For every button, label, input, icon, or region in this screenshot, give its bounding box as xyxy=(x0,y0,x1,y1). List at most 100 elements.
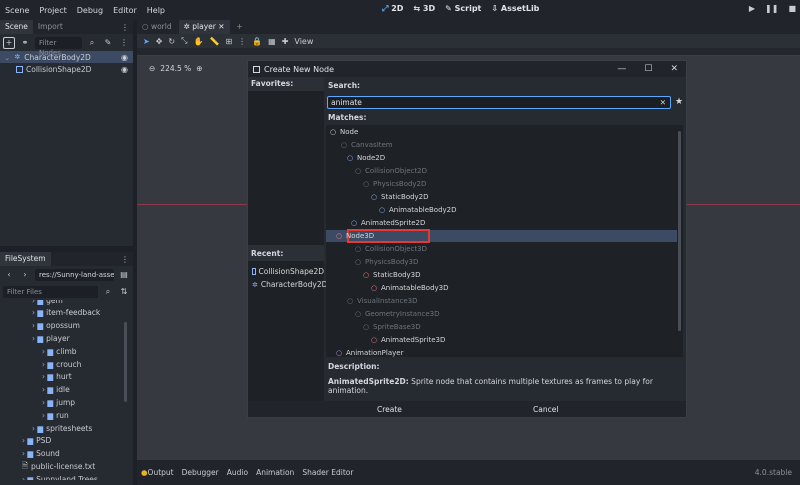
tab-debugger[interactable]: Debugger xyxy=(182,468,219,477)
tab-scene[interactable]: Scene xyxy=(0,20,33,34)
path-field[interactable]: res://Sunny-land-assets-file xyxy=(35,268,114,281)
match-item[interactable]: ○ GeometryInstance3D xyxy=(354,308,440,320)
tree-item-collisionshape2d[interactable]: CollisionShape2D ◉ xyxy=(0,63,133,75)
bone-icon[interactable]: ✚ xyxy=(282,37,289,46)
tab-player[interactable]: ✲ player ✕ xyxy=(178,20,230,34)
tab-output[interactable]: ●Output xyxy=(141,468,174,477)
recent-item-collisionshape2d[interactable]: CollisionShape2D xyxy=(248,265,324,278)
lock-icon[interactable]: 🔒 xyxy=(252,37,262,46)
fs-item[interactable]: › ▆ item-feedback xyxy=(28,307,100,319)
fs-item[interactable]: › ▆ idle xyxy=(38,384,70,396)
match-item[interactable]: ○ Node xyxy=(329,126,358,138)
rotate-tool-icon[interactable]: ↻ xyxy=(168,37,175,46)
match-item[interactable]: ○ VisualInstance3D xyxy=(346,295,418,307)
mode-assetlib-button[interactable]: ⇩ AssetLib xyxy=(491,4,539,14)
recent-item-characterbody2d[interactable]: ✲ CharacterBody2D xyxy=(248,278,327,291)
add-tab-icon[interactable]: + xyxy=(232,20,248,34)
match-item[interactable]: ○ AnimatableBody3D xyxy=(370,282,449,294)
search-input[interactable]: animate ✕ xyxy=(327,96,671,109)
tab-audio[interactable]: Audio xyxy=(227,468,248,477)
menu-help[interactable]: Help xyxy=(142,6,170,15)
menu-debug[interactable]: Debug xyxy=(72,6,108,15)
fs-item[interactable]: › ▆ jump xyxy=(38,396,75,408)
favorite-star-icon[interactable]: ★ xyxy=(675,97,683,107)
match-item[interactable]: ○ CanvasItem xyxy=(340,139,393,151)
matches-scrollbar[interactable] xyxy=(678,131,681,331)
scale-tool-icon[interactable]: ⤡ xyxy=(181,36,187,46)
match-item[interactable]: ○ StaticBody2D xyxy=(370,191,429,203)
zoom-in-icon[interactable]: ⊕ xyxy=(196,64,202,73)
tab-import[interactable]: Import xyxy=(33,20,68,34)
match-item[interactable]: ○ SpriteBase3D xyxy=(362,321,421,333)
match-item[interactable]: ○ PhysicsBody3D xyxy=(354,256,418,268)
move-tool-icon[interactable]: ✥ xyxy=(156,37,163,46)
match-item[interactable]: ○ Node2D xyxy=(346,152,385,164)
match-item[interactable]: ○ StaticBody3D xyxy=(362,269,421,281)
fs-item[interactable]: › ▆ opossum xyxy=(28,320,80,332)
back-icon[interactable]: ‹ xyxy=(3,269,15,281)
fs-item[interactable]: › ▆ gem xyxy=(28,300,63,306)
script-icon[interactable]: ✎ xyxy=(102,37,114,49)
filter-files-input[interactable]: Filter Files xyxy=(3,285,98,298)
filter-nodes-input[interactable]: Filter Nodes xyxy=(35,36,82,57)
tab-animation[interactable]: Animation xyxy=(256,468,294,477)
view-menu[interactable]: View xyxy=(294,37,313,46)
filesystem-scrollbar[interactable] xyxy=(124,322,127,402)
ruler-tool-icon[interactable]: 📏 xyxy=(209,37,219,46)
grid-icon[interactable]: ⋮ xyxy=(238,37,246,46)
zoom-level[interactable]: 224.5 % xyxy=(160,64,191,73)
clear-search-icon[interactable]: ✕ xyxy=(660,97,666,108)
mode-2d-button[interactable]: ⤢ 2D xyxy=(382,4,403,14)
match-item[interactable]: ○ AnimatableBody2D xyxy=(378,204,457,216)
tree-item-characterbody2d[interactable]: ⌄ ✲ CharacterBody2D ◉ xyxy=(0,51,133,63)
link-icon[interactable]: ⚭ xyxy=(19,37,31,49)
fs-item[interactable]: › ▆ run xyxy=(38,409,69,421)
match-item[interactable]: ○ CollisionObject3D xyxy=(354,243,427,255)
visibility-eye-icon[interactable]: ◉ xyxy=(121,65,128,74)
match-item[interactable]: ○ PhysicsBody2D xyxy=(362,178,426,190)
dock-menu-icon[interactable]: ⋮ xyxy=(121,255,129,264)
forward-icon[interactable]: › xyxy=(19,269,31,281)
fs-item[interactable]: › ▆ Sound xyxy=(18,448,60,460)
maximize-icon[interactable]: ☐ xyxy=(644,64,652,74)
collapse-arrow-icon[interactable]: ⌄ xyxy=(4,53,10,62)
fs-item[interactable]: › ▆ hurt xyxy=(38,371,72,383)
search-icon[interactable]: ⌕ xyxy=(102,286,114,298)
tab-shader-editor[interactable]: Shader Editor xyxy=(302,468,353,477)
menu-project[interactable]: Project xyxy=(34,6,71,15)
dock-menu-icon[interactable]: ⋮ xyxy=(121,23,129,32)
visibility-eye-icon[interactable]: ◉ xyxy=(121,53,128,62)
create-button[interactable]: Create xyxy=(374,404,405,416)
close-tab-icon[interactable]: ✕ xyxy=(218,22,224,31)
fs-item[interactable]: › ▆ crouch xyxy=(38,358,81,370)
fs-item[interactable]: › ▆ PSD xyxy=(18,435,51,447)
fs-item[interactable]: 🗎 public-license.txt xyxy=(18,460,95,472)
match-item[interactable]: ○ AnimatedSprite2D xyxy=(350,217,425,229)
tab-filesystem[interactable]: FileSystem xyxy=(0,252,51,266)
stop-icon[interactable]: ■ xyxy=(788,4,796,13)
more-icon[interactable]: ⋮ xyxy=(118,37,130,49)
fs-item[interactable]: › ▆ climb xyxy=(38,345,77,357)
select-tool-icon[interactable]: ➤ xyxy=(143,37,150,46)
group-icon[interactable]: ▦ xyxy=(268,37,276,46)
mode-script-button[interactable]: ✎ Script xyxy=(445,4,481,14)
fs-item[interactable]: › ▆ spritesheets xyxy=(28,422,92,434)
zoom-out-icon[interactable]: ⊖ xyxy=(149,64,155,73)
fs-item[interactable]: › ▆ player xyxy=(28,332,70,344)
tab-world[interactable]: ○ world xyxy=(137,20,177,34)
menu-scene[interactable]: Scene xyxy=(0,6,34,15)
fs-item[interactable]: › ▆ Sunnyland Trees xyxy=(18,473,98,480)
sort-icon[interactable]: ⇅ xyxy=(118,286,130,298)
search-icon[interactable]: ⌕ xyxy=(86,37,98,49)
cancel-button[interactable]: Cancel xyxy=(530,404,561,416)
match-item[interactable]: ○ CollisionObject2D xyxy=(354,165,427,177)
minimize-icon[interactable]: — xyxy=(617,64,626,74)
pause-icon[interactable]: ❚❚ xyxy=(765,4,778,13)
pan-tool-icon[interactable]: ✋ xyxy=(194,37,204,46)
match-item[interactable]: ○ Node3D xyxy=(335,230,374,242)
match-item[interactable]: ○ AnimationPlayer xyxy=(335,347,404,359)
mode-3d-button[interactable]: ⇆ 3D xyxy=(413,4,435,14)
play-icon[interactable]: ▶ xyxy=(749,4,755,13)
add-node-icon[interactable]: + xyxy=(3,36,15,49)
snap-icon[interactable]: ⊞ xyxy=(225,37,232,46)
